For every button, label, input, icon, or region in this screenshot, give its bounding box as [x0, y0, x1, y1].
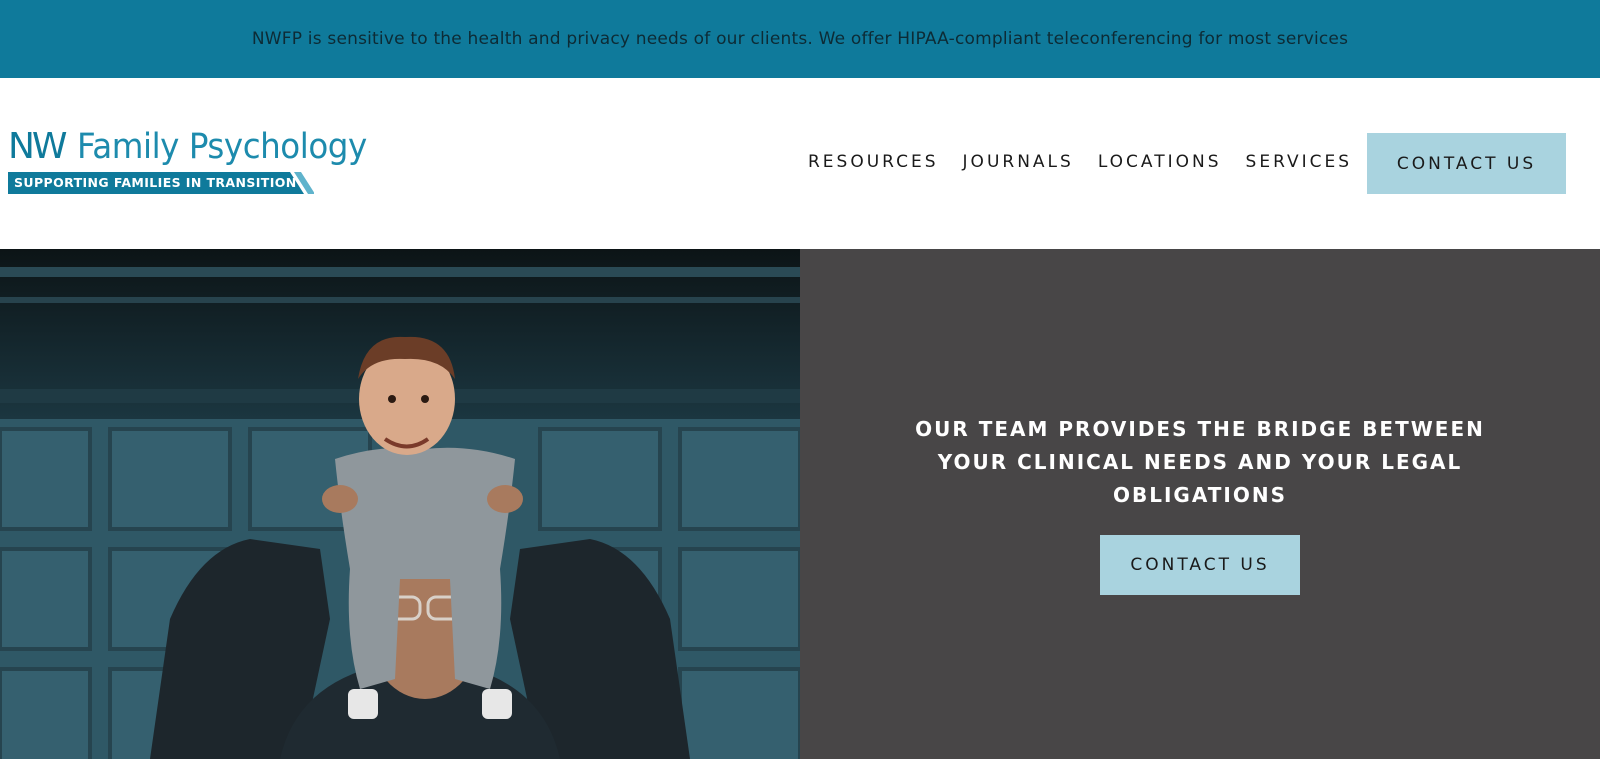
nav-item-journals[interactable]: JOURNALS: [963, 152, 1074, 172]
logo-tagline: SUPPORTING FAMILIES IN TRANSITION: [14, 175, 297, 190]
banner-text: NWFP is sensitive to the health and priv…: [251, 29, 1349, 49]
father-child-photo-illustration: [0, 249, 800, 759]
hero-heading-line: YOUR CLINICAL NEEDS AND YOUR LEGAL: [937, 450, 1463, 474]
hero-section: OUR TEAM PROVIDES THE BRIDGE BETWEEN YOU…: [0, 249, 1600, 759]
logo-tagline-bar: SUPPORTING FAMILIES IN TRANSITION: [8, 172, 314, 194]
hero-photo: [0, 249, 800, 759]
hero-contact-button[interactable]: CONTACT US: [1100, 535, 1300, 595]
hero-heading-line: OUR TEAM PROVIDES THE BRIDGE BETWEEN: [915, 417, 1485, 441]
site-logo[interactable]: NW Family Psychology SUPPORTING FAMILIES…: [8, 126, 408, 198]
announcement-banner: NWFP is sensitive to the health and priv…: [0, 0, 1600, 78]
main-nav: RESOURCES JOURNALS LOCATIONS SERVICES: [808, 152, 1376, 172]
hero-heading-line: OBLIGATIONS: [1112, 483, 1287, 507]
header-contact-button[interactable]: CONTACT US: [1367, 133, 1566, 194]
site-header: NW Family Psychology SUPPORTING FAMILIES…: [0, 78, 1600, 249]
nav-item-services[interactable]: SERVICES: [1246, 152, 1352, 172]
logo-nw: NW: [8, 126, 68, 167]
nav-item-resources[interactable]: RESOURCES: [808, 152, 939, 172]
nav-item-locations[interactable]: LOCATIONS: [1098, 152, 1222, 172]
logo-name: Family Psychology: [76, 127, 367, 167]
hero-heading: OUR TEAM PROVIDES THE BRIDGE BETWEEN YOU…: [900, 413, 1500, 512]
